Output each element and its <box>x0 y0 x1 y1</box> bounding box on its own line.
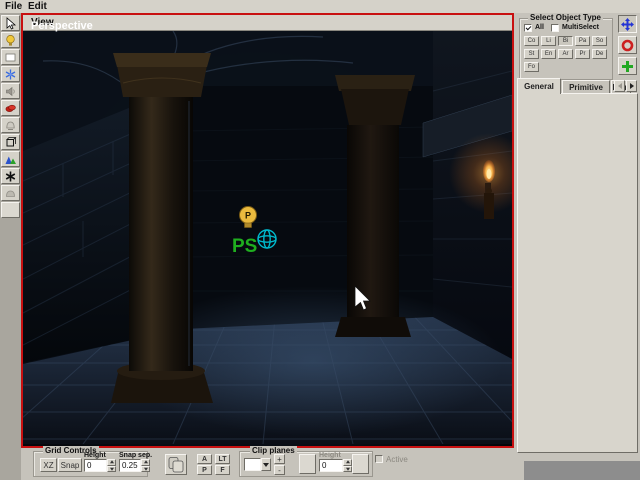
type-button-de[interactable]: De <box>592 49 607 59</box>
grid-height-field[interactable] <box>84 459 107 472</box>
clip-height-field[interactable] <box>319 459 343 472</box>
light-tool-button[interactable] <box>1 32 20 48</box>
type-button-fo[interactable]: Fo <box>524 62 539 72</box>
menu-file[interactable]: File <box>2 1 25 12</box>
speaker-icon <box>4 85 17 98</box>
dome-icon <box>4 187 17 200</box>
spin-down-button[interactable] <box>141 466 150 473</box>
menu-bar: File Edit <box>0 0 640 13</box>
view-f-button[interactable]: F <box>215 465 230 475</box>
plane-icon <box>4 51 17 64</box>
right-arrow-icon <box>630 83 634 89</box>
green-plus-icon <box>620 59 635 74</box>
select-object-type-title: Select Object Type <box>528 13 603 22</box>
lamp-tool-button[interactable] <box>1 117 20 133</box>
overlapping-rectangles-icon <box>167 456 185 474</box>
spin-down-button[interactable] <box>343 466 352 473</box>
rotate-circle-icon <box>620 38 635 53</box>
tab-general[interactable]: General <box>517 78 561 94</box>
mesh-tool-button[interactable] <box>1 134 20 150</box>
select-tool-button[interactable] <box>1 15 20 31</box>
clip-blank-button-1[interactable] <box>299 454 316 474</box>
particle-tool-button[interactable] <box>1 66 20 82</box>
model-tool-button[interactable] <box>1 100 20 116</box>
active-checkbox[interactable] <box>375 455 383 463</box>
viewport-frame: View Perspective <box>21 13 514 448</box>
active-label: Active <box>386 455 408 464</box>
checkmark-icon <box>526 25 532 31</box>
add-tool-button[interactable] <box>618 57 637 75</box>
view-p-button[interactable]: P <box>197 465 212 475</box>
type-button-pa[interactable]: Pa <box>575 36 590 46</box>
tab-scroll-left-button[interactable] <box>614 80 625 92</box>
clip-add-button[interactable]: + <box>274 454 285 464</box>
move-tool-button[interactable] <box>618 15 637 33</box>
spin-down-button[interactable] <box>107 466 116 473</box>
clip-remove-button[interactable]: - <box>274 465 285 475</box>
grid-height-label: Height <box>84 452 106 459</box>
move-arrows-icon <box>620 17 635 32</box>
star-tool-button[interactable] <box>1 168 20 184</box>
multiselect-checkbox[interactable] <box>551 24 559 32</box>
all-label: All <box>535 24 544 31</box>
view-a-button[interactable]: A <box>197 454 212 464</box>
particle-snowflake-icon <box>4 68 17 81</box>
snap-sep-field[interactable] <box>119 459 141 472</box>
type-button-co[interactable]: Co <box>524 36 539 46</box>
type-button-ar[interactable]: Ar <box>558 49 573 59</box>
light-gizmo-label: P <box>245 211 251 221</box>
select-cursor-icon <box>4 17 17 30</box>
clip-plane-dropdown-button[interactable] <box>261 458 271 471</box>
tab-scroll-right-button[interactable] <box>626 80 637 92</box>
bottom-right-filler <box>524 461 640 480</box>
right-panel: Select Object Type All MultiSelect Co Li… <box>515 13 640 480</box>
dungeon-scene: P PS <box>23 31 512 446</box>
plane-tool-button[interactable] <box>1 49 20 65</box>
left-arrow-icon <box>618 83 622 89</box>
asterisk-icon <box>4 170 17 183</box>
level-editor-window: File Edit View Pers <box>0 0 640 480</box>
type-button-li[interactable]: Li <box>541 36 556 46</box>
clip-height-label: Height <box>319 452 341 459</box>
menu-edit[interactable]: Edit <box>25 1 50 12</box>
empty-tool-button[interactable] <box>1 202 20 218</box>
type-button-en[interactable]: En <box>541 49 556 59</box>
3d-scene-canvas[interactable]: P PS <box>23 31 512 446</box>
type-button-bi[interactable]: Bi <box>558 36 573 46</box>
snap-sep-spinner <box>141 459 150 472</box>
model-mesh-red-icon <box>4 102 17 115</box>
clip-height-spinner <box>343 459 352 472</box>
sound-tool-button[interactable] <box>1 83 20 99</box>
rotate-tool-button[interactable] <box>618 36 637 54</box>
clip-plane-dropdown[interactable] <box>244 458 261 471</box>
snap-button[interactable]: Snap <box>58 458 82 472</box>
view-lt-button[interactable]: LT <box>215 454 230 464</box>
lamp-bell-icon <box>4 119 17 132</box>
viewport-menubar: View <box>23 15 512 31</box>
light-bulb-icon <box>4 34 17 47</box>
type-button-so[interactable]: So <box>592 36 607 46</box>
cube-brackets-icon <box>4 136 17 149</box>
selection-label: PS <box>232 236 257 257</box>
dropdown-arrow-icon <box>263 463 269 467</box>
type-button-st[interactable]: St <box>524 49 539 59</box>
snap-sep-label: Snap sep. <box>119 452 152 459</box>
overlap-rects-button[interactable] <box>165 454 187 475</box>
dome-tool-button[interactable] <box>1 185 20 201</box>
all-checkbox[interactable] <box>524 24 532 32</box>
xz-plane-button[interactable]: XZ <box>40 458 57 472</box>
clip-blank-button-2[interactable] <box>352 454 369 474</box>
grid-height-spinner <box>107 459 116 472</box>
type-button-pr[interactable]: Pr <box>575 49 590 59</box>
general-tab-panel <box>517 93 638 453</box>
tab-primitive[interactable]: Primitive <box>562 80 610 94</box>
perspective-label: Perspective <box>31 20 93 32</box>
multiselect-label: MultiSelect <box>562 24 599 31</box>
left-toolbar <box>0 13 21 480</box>
terrain-shapes-icon <box>4 153 17 166</box>
terrain-tool-button[interactable] <box>1 151 20 167</box>
